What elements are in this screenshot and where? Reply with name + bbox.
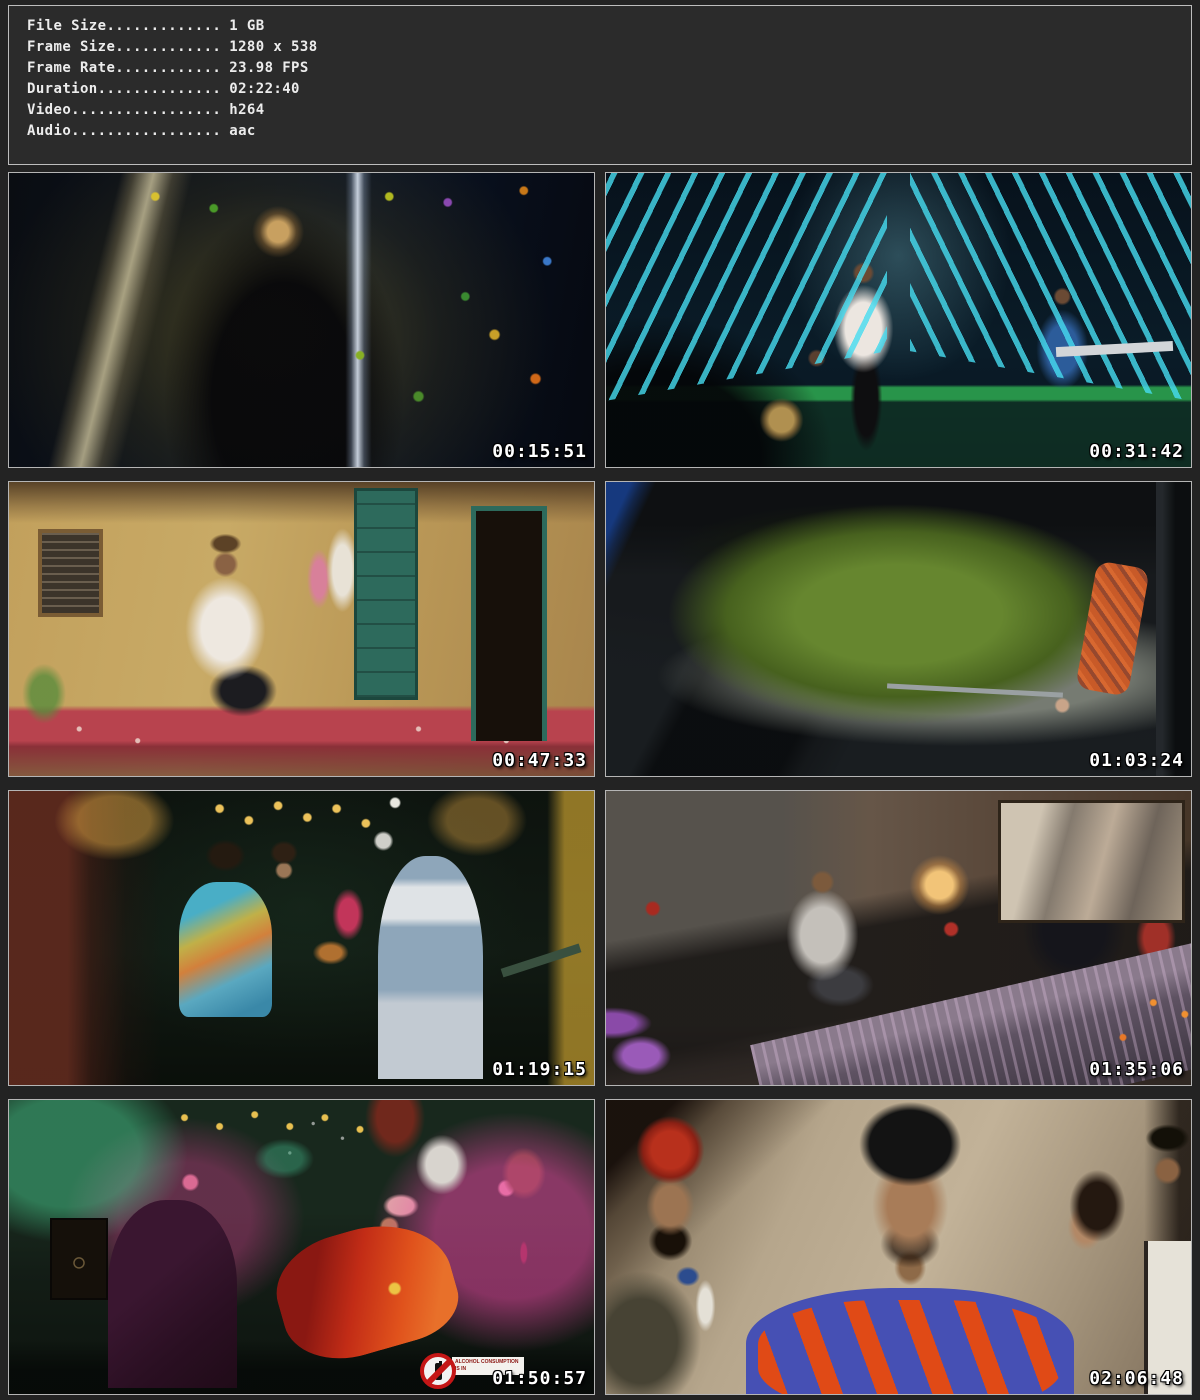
scene-shape-studio-window [998,800,1185,923]
scene-shape-chrome-trim [887,683,1063,697]
scene-shape-doorway [471,506,547,741]
info-row-duration: Duration.............. 02:22:40 [27,79,1191,100]
frame-size-value: 1280 x 538 [229,39,317,55]
scene-shape-railing [501,943,582,977]
duration-label: Duration [27,81,98,97]
dot-leader: ............ [115,39,221,55]
info-row-frame-rate: Frame Rate............ 23.98 FPS [27,58,1191,79]
frame-size-label: Frame Size [27,39,115,55]
scene-shape-led-stripes-left [605,172,887,406]
info-row-video-codec: Video................. h264 [27,100,1191,121]
scene-shape-paisley-jacket [179,882,273,1017]
scene-shape-screen-door [354,488,418,700]
timestamp-overlay: 00:15:51 [492,441,587,462]
video-thumbnail-5: 01:19:15 [8,790,595,1086]
file-size-label: File Size [27,18,106,34]
video-thumbnail-1: 00:15:51 [8,172,595,468]
frame-rate-value: 23.98 FPS [229,60,308,76]
scene-shape-red-jacket-figure [264,1208,467,1375]
file-info-panel: File Size............. 1 GB Frame Size...… [8,5,1192,165]
video-thumbnail-8: 02:06:48 [605,1099,1192,1395]
timestamp-overlay: 00:47:33 [492,750,587,771]
frame-rate-label: Frame Rate [27,60,115,76]
info-row-file-size: File Size............. 1 GB [27,16,1191,37]
timestamp-overlay: 01:50:57 [492,1368,587,1389]
thumbnail-grid: 00:15:51 00:31:42 00:47:33 01:03:24 01:1… [8,172,1192,1395]
video-thumbnail-4: 01:03:24 [605,481,1192,777]
dot-leader: ............. [106,18,221,34]
scene-shape-plaid-sleeve [1075,561,1149,698]
file-size-value: 1 GB [229,18,264,34]
audio-codec-value: aac [229,123,256,139]
info-row-audio-codec: Audio................. aac [27,121,1191,142]
timestamp-overlay: 00:31:42 [1089,441,1184,462]
scene-shape-door-frame [1156,482,1191,776]
scene-shape-denim-jacket [378,856,483,1079]
dot-leader: ................. [71,102,221,118]
timestamp-overlay: 01:19:15 [492,1059,587,1080]
no-alcohol-icon [420,1353,456,1389]
dot-leader: .............. [98,81,222,97]
video-codec-value: h264 [229,102,264,118]
video-codec-label: Video [27,102,71,118]
duration-value: 02:22:40 [229,81,300,97]
video-thumbnail-2: 00:31:42 [605,172,1192,468]
timestamp-overlay: 01:03:24 [1089,750,1184,771]
scene-shape-orange-letters [758,1300,1062,1395]
audio-codec-label: Audio [27,123,71,139]
scene-shape-led-stripes-right [910,172,1192,406]
video-thumbnail-7: ALCOHOL CONSUMPTION IS IN 01:50:57 [8,1099,595,1395]
media-info-sheet: File Size............. 1 GB Frame Size...… [0,0,1200,1400]
scene-shape-speaker [50,1218,109,1300]
dot-leader: ................. [71,123,221,139]
info-row-frame-size: Frame Size............ 1280 x 538 [27,37,1191,58]
scene-shape-window [38,529,102,617]
timestamp-overlay: 02:06:48 [1089,1368,1184,1389]
scene-shape-hoodie-figure [108,1200,237,1388]
video-thumbnail-3: 00:47:33 [8,481,595,777]
dot-leader: ............ [115,60,221,76]
timestamp-overlay: 01:35:06 [1089,1059,1184,1080]
video-thumbnail-6: 01:35:06 [605,790,1192,1086]
